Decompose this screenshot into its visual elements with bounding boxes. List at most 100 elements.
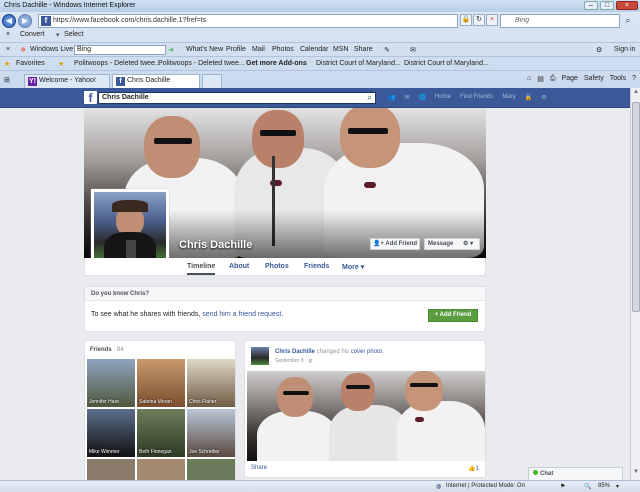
like-count[interactable]: 👍1 [468, 465, 479, 472]
post-avatar[interactable] [251, 347, 269, 365]
chat-bar[interactable]: Chat [528, 467, 623, 480]
refresh-icon[interactable]: ↻ [473, 14, 485, 26]
scroll-up-arrow-icon[interactable]: ▲ [632, 89, 640, 99]
help-menu[interactable]: ? [632, 75, 636, 83]
quick-tabs-icon[interactable]: ⊞ [4, 76, 10, 84]
lock-icon[interactable]: 🔒 [460, 14, 472, 26]
zoom-icon[interactable]: 🔍 [584, 483, 591, 490]
convert-dropdown-icon[interactable]: ▾ [56, 31, 60, 39]
windows-live-label[interactable]: Windows Live [30, 46, 73, 53]
favorite-link[interactable]: Politwoops - Deleted twee... [74, 60, 161, 67]
live-link-share[interactable]: Share [354, 46, 373, 53]
minimize-button[interactable]: – [584, 1, 598, 10]
live-search-input[interactable]: Bing [74, 45, 166, 55]
scroll-down-arrow-icon[interactable]: ▼ [632, 469, 640, 479]
live-link-msn[interactable]: MSN [333, 46, 349, 53]
favorite-link[interactable]: Politwoops - Deleted twee... [158, 60, 245, 67]
select-tool[interactable]: Select [64, 31, 83, 38]
live-link-profile[interactable]: Profile [226, 46, 246, 53]
mail-icon[interactable]: ✉ [410, 46, 416, 54]
home-icon[interactable]: ⌂ [527, 75, 531, 83]
zoom-level[interactable]: 85% [598, 483, 610, 489]
favorite-link[interactable]: District Court of Maryland... [316, 60, 401, 67]
chevron-down-icon[interactable]: ▾ [616, 483, 619, 490]
address-bar[interactable]: f https://www.facebook.com/chris.dachill… [38, 14, 458, 28]
friend-thumbnail[interactable] [87, 459, 135, 480]
live-link-mail[interactable]: Mail [252, 46, 265, 53]
close-toolbar-icon[interactable]: × [6, 31, 10, 38]
tab-photos[interactable]: Photos [265, 263, 289, 270]
favorite-link[interactable]: Get more Add-ons [246, 60, 307, 67]
tab-more[interactable]: More ▾ [342, 263, 364, 271]
post-date[interactable]: September 8 · ◍ [275, 358, 312, 364]
tab-timeline[interactable]: Timeline [187, 263, 216, 275]
tab-yahoo-profile[interactable]: Y! Welcome - Yahoo! Profile [24, 74, 110, 96]
friend-requests-icon[interactable]: 👥 [388, 94, 395, 101]
nav-find-friends-link[interactable]: Find Friends [460, 94, 493, 101]
scrollbar-thumb[interactable] [632, 102, 640, 312]
settings-icon[interactable]: ⚙ [541, 94, 546, 101]
sign-in-link[interactable]: Sign in [614, 46, 635, 53]
pencil-icon[interactable]: ✎ [384, 46, 390, 54]
messages-icon[interactable]: ✉ [404, 94, 409, 101]
close-toolbar-icon[interactable]: × [6, 46, 10, 53]
vertical-scrollbar[interactable]: ▲ ▼ [630, 88, 640, 480]
nav-user-link[interactable]: Mary [502, 94, 515, 101]
friend-thumbnail[interactable]: Sabrina Moran [137, 359, 185, 407]
add-favorite-icon[interactable]: ★ [58, 60, 64, 68]
protected-mode-icon[interactable]: ⚑ [560, 483, 565, 490]
tab-friends[interactable]: Friends [304, 263, 329, 270]
friend-thumbnail[interactable]: Joe Schreiber [187, 409, 235, 457]
friends-heading[interactable]: Friends · 84 [90, 347, 124, 353]
cover-photo-link[interactable]: cover photo [351, 349, 382, 355]
tab-label: Chris Dachille [127, 77, 171, 84]
post-image[interactable] [247, 371, 485, 461]
friend-thumbnail[interactable]: Chris Flaher [187, 359, 235, 407]
tools-menu[interactable]: Tools [610, 75, 626, 83]
favorites-button[interactable]: Favorites [16, 60, 45, 67]
friend-thumbnail[interactable] [187, 459, 235, 480]
close-button[interactable]: × [616, 1, 638, 10]
nav-home-link[interactable]: Home [435, 94, 451, 101]
notifications-icon[interactable]: 🌐 [419, 94, 426, 101]
settings-icon[interactable]: ⚙ [596, 46, 602, 54]
tab-chris-dachille[interactable]: f Chris Dachille [112, 74, 200, 88]
live-link-calendar[interactable]: Calendar [300, 46, 328, 53]
feeds-icon[interactable]: ▤ [537, 75, 544, 83]
profile-picture[interactable] [91, 189, 169, 267]
add-friend-green-button[interactable]: + Add Friend [428, 309, 478, 322]
message-button[interactable]: Message ⚙ ▾ [424, 238, 480, 250]
favorite-link[interactable]: District Court of Maryland... [404, 60, 489, 67]
friend-thumbnail[interactable]: Beth Finnegan [137, 409, 185, 457]
menu-row: × Convert ▾ Select [0, 30, 640, 42]
page-menu[interactable]: Page [562, 75, 578, 83]
privacy-icon[interactable]: 🔒 [525, 94, 532, 101]
favorites-star-icon[interactable]: ★ [4, 60, 10, 68]
back-button[interactable]: ◀ [2, 14, 16, 28]
safety-menu[interactable]: Safety [584, 75, 604, 83]
friend-request-link[interactable]: send him a friend request [202, 311, 281, 318]
search-icon[interactable]: ⌕ [622, 15, 634, 27]
tab-about[interactable]: About [229, 263, 249, 270]
live-search-go-icon[interactable]: ➔ [168, 46, 174, 54]
live-link-photos[interactable]: Photos [272, 46, 294, 53]
convert-menu[interactable]: Convert [20, 31, 45, 38]
facebook-search-input[interactable]: Chris Dachille ⌕ [98, 92, 376, 104]
stop-icon[interactable]: × [486, 14, 498, 26]
search-icon[interactable]: ⌕ [368, 93, 372, 103]
forward-button[interactable]: ▶ [18, 14, 32, 28]
friend-thumbnail[interactable]: Mike Wimmer [87, 409, 135, 457]
maximize-button[interactable]: □ [600, 1, 614, 10]
facebook-logo-icon[interactable]: f [84, 91, 97, 105]
add-friend-button[interactable]: 👤+ Add Friend [370, 238, 420, 250]
new-tab-button[interactable] [202, 74, 222, 88]
post-author-link[interactable]: Chris Dachille [275, 349, 315, 355]
friend-thumbnail[interactable]: Jennifer Hare [87, 359, 135, 407]
share-link[interactable]: Share [251, 465, 267, 471]
live-link-whats-new[interactable]: What's New [186, 46, 223, 53]
friend-thumbnail[interactable] [137, 459, 185, 480]
bing-search-input[interactable]: Bing [500, 14, 620, 28]
do-you-know-text: To see what he shares with friends, send… [91, 311, 283, 318]
gear-icon[interactable]: ⚙ ▾ [463, 241, 473, 247]
print-icon[interactable]: ⎙ [550, 75, 556, 83]
